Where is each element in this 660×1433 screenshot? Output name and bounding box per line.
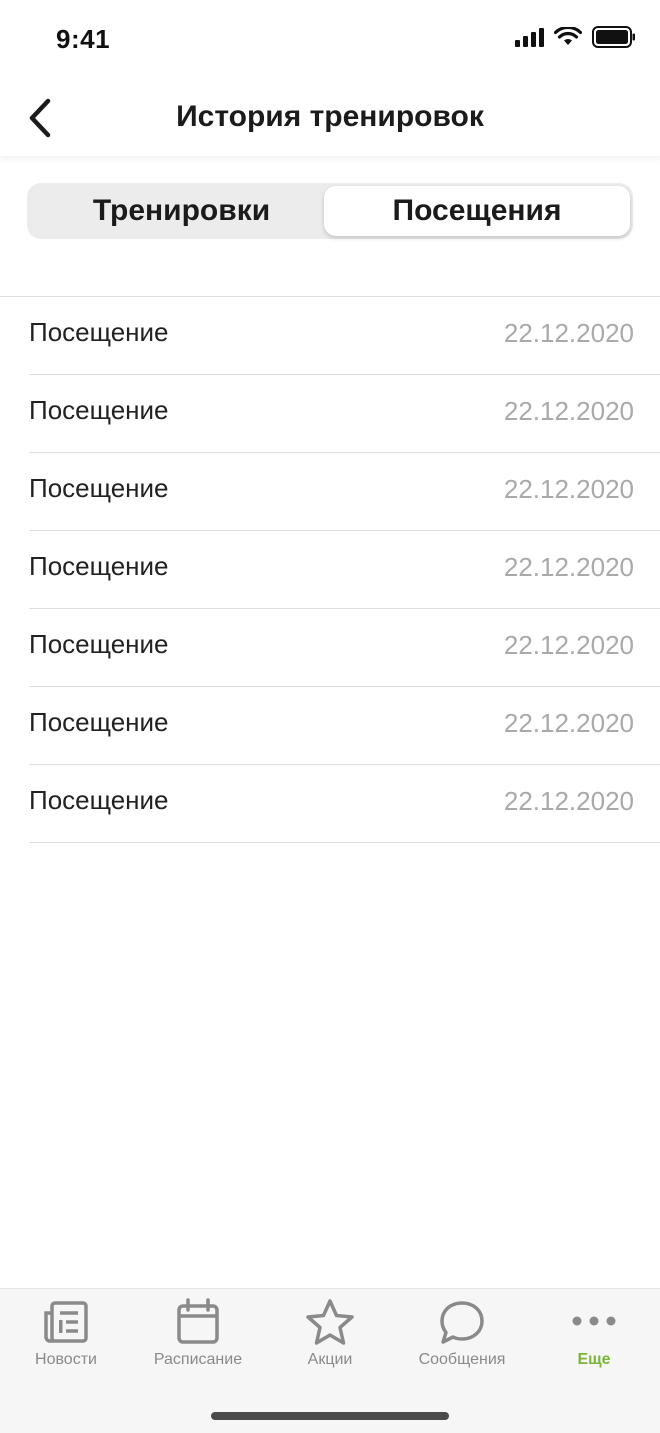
list-item[interactable]: Посещение 22.12.2020 <box>29 375 660 453</box>
visit-date: 22.12.2020 <box>503 630 634 660</box>
visit-date: 22.12.2020 <box>503 552 634 582</box>
page-title: История тренировок <box>176 100 484 133</box>
visit-label: Посещение <box>29 785 169 815</box>
tab-label: Новости <box>35 1351 97 1368</box>
more-dots-icon <box>572 1316 616 1326</box>
tab-label: Еще <box>577 1351 611 1368</box>
chat-bubble-icon <box>440 1301 484 1344</box>
tab-label: Акции <box>307 1351 353 1368</box>
visit-label: Посещение <box>29 473 169 503</box>
visit-label: Посещение <box>29 629 169 659</box>
tab-promotions[interactable]: Акции <box>264 1297 396 1373</box>
tab-schedule[interactable]: Расписание <box>132 1297 264 1373</box>
nav-header: История тренировок <box>0 78 660 156</box>
home-indicator[interactable] <box>211 1412 449 1420</box>
battery-icon <box>592 26 635 48</box>
tab-news[interactable]: Новости <box>0 1297 132 1373</box>
visit-label: Посещение <box>29 395 169 425</box>
status-icons <box>515 26 636 48</box>
visit-label: Посещение <box>29 707 169 737</box>
status-bar: 9:41 <box>0 0 660 78</box>
cellular-signal-icon <box>515 27 544 47</box>
list-item[interactable]: Посещение 22.12.2020 <box>29 687 660 765</box>
status-time: 9:41 <box>56 24 111 54</box>
visit-date: 22.12.2020 <box>503 786 634 816</box>
visit-date: 22.12.2020 <box>503 396 634 426</box>
tab-label: Расписание <box>153 1351 243 1368</box>
visit-date: 22.12.2020 <box>503 474 634 504</box>
list-item[interactable]: Посещение 22.12.2020 <box>29 609 660 687</box>
news-icon <box>44 1301 88 1343</box>
visits-list: Посещение 22.12.2020 Посещение 22.12.202… <box>0 296 660 843</box>
wifi-icon <box>554 27 582 45</box>
calendar-icon <box>177 1298 219 1344</box>
visit-label: Посещение <box>29 551 169 581</box>
segment-trainings[interactable]: Тренировки <box>30 186 333 236</box>
segmented-control: Тренировки Посещения <box>27 183 633 239</box>
list-item[interactable]: Посещение 22.12.2020 <box>29 453 660 531</box>
visit-date: 22.12.2020 <box>503 318 634 348</box>
tab-label: Сообщения <box>418 1351 506 1368</box>
tab-more[interactable]: Еще <box>528 1297 660 1373</box>
star-icon <box>306 1299 354 1345</box>
list-item[interactable]: Посещение 22.12.2020 <box>29 531 660 609</box>
list-item[interactable]: Посещение 22.12.2020 <box>29 297 660 375</box>
segment-visits[interactable]: Посещения <box>324 186 630 236</box>
list-item[interactable]: Посещение 22.12.2020 <box>29 765 660 843</box>
visit-label: Посещение <box>29 317 169 347</box>
visit-date: 22.12.2020 <box>503 708 634 738</box>
tab-messages[interactable]: Сообщения <box>396 1297 528 1373</box>
